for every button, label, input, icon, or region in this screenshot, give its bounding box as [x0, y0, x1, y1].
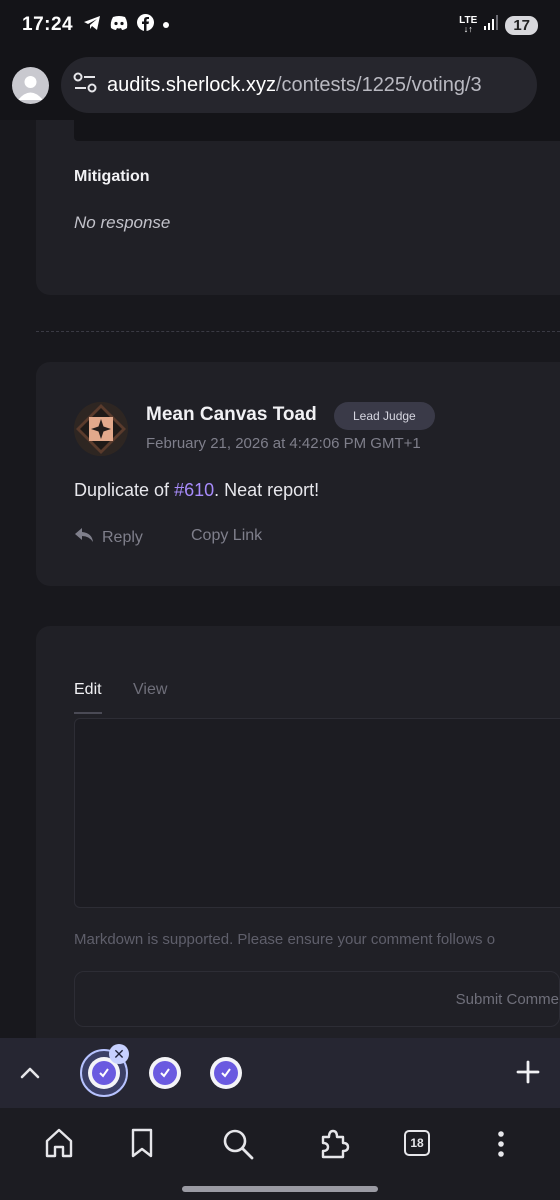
home-icon[interactable]: [43, 1127, 75, 1164]
submit-label: Submit Comme: [455, 990, 559, 1008]
lte-indicator: LTE ↓↑: [459, 15, 478, 34]
duplicate-issue-link[interactable]: #610: [174, 480, 214, 500]
sherlock-tab-icon[interactable]: [149, 1057, 181, 1089]
judge-avatar: [74, 402, 128, 456]
gesture-bar: [182, 1186, 378, 1192]
url-path: /contests/1225/voting/3: [275, 73, 482, 96]
battery-indicator: 17: [505, 15, 538, 35]
extensions-icon[interactable]: [317, 1127, 351, 1166]
bottom-toolbar: 18: [0, 1108, 560, 1200]
status-time: 17:24: [22, 14, 74, 35]
discord-icon: [109, 15, 129, 36]
tab-view[interactable]: View: [133, 681, 167, 699]
more-menu-icon[interactable]: [493, 1130, 509, 1163]
tabs-count-button[interactable]: 18: [404, 1130, 430, 1156]
comment-textarea[interactable]: [74, 718, 560, 908]
status-right: LTE ↓↑ 17: [459, 15, 538, 35]
comment-author[interactable]: Mean Canvas Toad: [146, 404, 317, 426]
reply-label: Reply: [102, 528, 143, 546]
role-badge: Lead Judge: [334, 402, 435, 430]
copy-link-button[interactable]: Copy Link: [191, 527, 262, 545]
comment-card: Mean Canvas Toad Lead Judge February 21,…: [36, 362, 560, 586]
code-block: [74, 120, 560, 141]
notification-icons: [83, 14, 170, 36]
tab-edit[interactable]: Edit: [74, 681, 102, 714]
url-text[interactable]: audits.sherlock.xyz/contests/1225/voting…: [107, 74, 482, 97]
dot-icon: [162, 16, 170, 34]
url-domain: audits.sherlock.xyz: [107, 73, 276, 96]
address-bar[interactable]: audits.sherlock.xyz/contests/1225/voting…: [61, 57, 537, 113]
mitigation-value: No response: [74, 213, 171, 232]
submit-comment-button[interactable]: Submit Comme: [74, 971, 560, 1027]
telegram-icon: [83, 15, 101, 36]
mitigation-card: Mitigation No response: [36, 120, 560, 295]
close-tab-icon[interactable]: ✕: [109, 1044, 129, 1064]
browser-toolbar: audits.sherlock.xyz/contests/1225/voting…: [0, 50, 560, 120]
facebook-icon: [137, 14, 155, 36]
new-tab-icon[interactable]: [514, 1058, 542, 1091]
sherlock-tab-icon[interactable]: [210, 1057, 242, 1089]
comment-body: Duplicate of #610. Neat report!: [74, 480, 319, 501]
comment-editor-card: Edit View Markdown is supported. Please …: [36, 626, 560, 1038]
markdown-note: Markdown is supported. Please ensure you…: [74, 931, 496, 948]
tab-strip: ✕: [0, 1038, 560, 1108]
section-divider: [36, 331, 560, 332]
comment-body-prefix: Duplicate of: [74, 480, 175, 500]
comment-body-suffix: . Neat report!: [214, 480, 320, 500]
status-bar: 17:24 LTE ↓↑ 17: [0, 0, 560, 50]
mitigation-title: Mitigation: [74, 168, 150, 185]
chevron-up-icon[interactable]: [18, 1062, 42, 1089]
reply-icon: [74, 527, 94, 548]
search-icon[interactable]: [221, 1127, 255, 1166]
reply-button[interactable]: Reply: [74, 527, 143, 548]
signal-icon: [483, 15, 499, 35]
bookmark-icon[interactable]: [128, 1127, 156, 1164]
comment-date: February 21, 2026 at 4:42:06 PM GMT+1: [146, 435, 421, 452]
site-settings-icon[interactable]: [73, 72, 97, 99]
profile-avatar[interactable]: [12, 66, 49, 104]
page-content: Mitigation No response Mean Canvas Toad …: [0, 120, 560, 1038]
